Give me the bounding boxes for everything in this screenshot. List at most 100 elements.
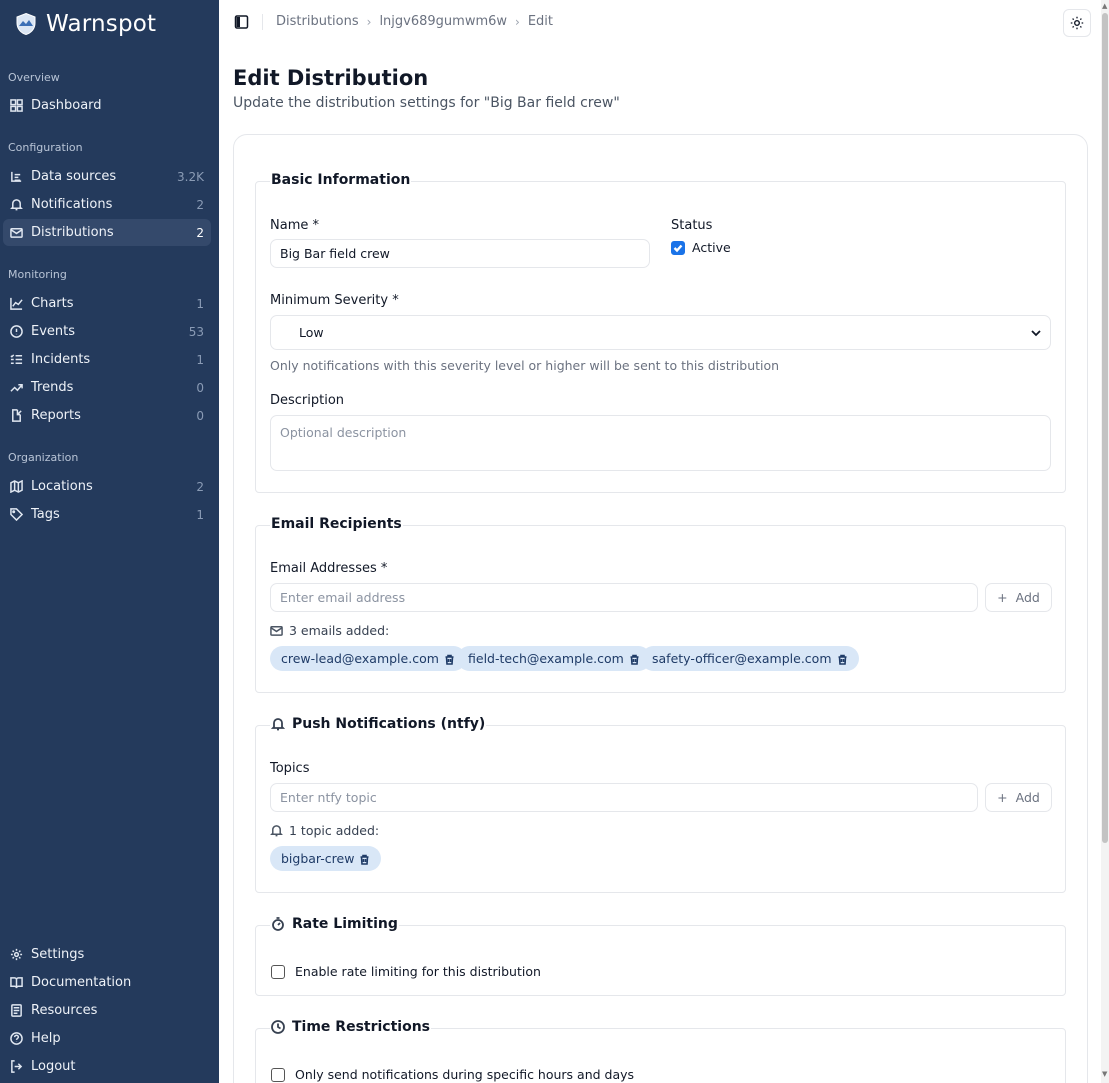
section-configuration: Configuration	[8, 141, 83, 154]
section-monitoring: Monitoring	[8, 268, 67, 281]
name-label: Name *	[270, 218, 319, 233]
description-textarea[interactable]	[270, 415, 1051, 471]
sidebar-item-count: 2	[196, 479, 204, 494]
help-icon	[9, 1032, 23, 1046]
chevron-right-icon: ›	[515, 14, 520, 29]
clock-icon	[271, 1020, 285, 1034]
rate-limiting-checkbox[interactable]	[271, 965, 285, 979]
sidebar-item-dashboard[interactable]: Dashboard	[3, 92, 211, 119]
breadcrumb-distributions[interactable]: Distributions	[276, 14, 359, 29]
name-input[interactable]	[270, 239, 650, 268]
sidebar-item-notifications[interactable]: Notifications 2	[3, 191, 211, 218]
sidebar-item-label: Notifications	[31, 197, 113, 212]
active-checkbox[interactable]	[671, 241, 685, 255]
topics-added-info: 1 topic added:	[270, 823, 379, 838]
scroll-up-icon[interactable]: ▲	[1102, 2, 1107, 10]
status-label: Status	[671, 218, 713, 233]
trash-icon[interactable]	[629, 653, 640, 665]
add-topic-button[interactable]: + Add	[985, 783, 1052, 812]
brand[interactable]: Warnspot	[14, 11, 156, 37]
sidebar-item-settings[interactable]: Settings	[3, 941, 211, 968]
section-organization: Organization	[8, 451, 79, 464]
bell-icon	[270, 825, 283, 837]
sidebar-item-label: Tags	[31, 507, 60, 522]
section-title-text: Email Recipients	[271, 516, 402, 532]
time-restrictions-label: Only send notifications during specific …	[295, 1067, 635, 1082]
sidebar-item-label: Reports	[31, 408, 81, 423]
sidebar-item-label: Incidents	[31, 352, 91, 367]
sidebar-item-reports[interactable]: Reports 0	[3, 402, 211, 429]
topic-input[interactable]	[270, 783, 978, 812]
shield-icon	[9, 325, 23, 339]
scroll-down-icon[interactable]: ▼	[1102, 1070, 1107, 1078]
trash-icon[interactable]	[444, 653, 455, 665]
section-title-text: Push Notifications (ntfy)	[292, 716, 486, 732]
sidebar-item-help[interactable]: Help	[3, 1025, 211, 1052]
trending-up-icon	[9, 381, 23, 395]
sidebar-item-trends[interactable]: Trends 0	[3, 374, 211, 401]
list-icon	[9, 170, 23, 184]
sidebar-item-tags[interactable]: Tags 1	[3, 501, 211, 528]
trash-icon[interactable]	[837, 653, 848, 665]
severity-help: Only notifications with this severity le…	[270, 358, 780, 373]
severity-label: Minimum Severity *	[270, 293, 399, 308]
section-title: Basic Information	[270, 172, 412, 188]
time-restrictions-checkbox[interactable]	[271, 1068, 285, 1082]
sidebar-item-charts[interactable]: Charts 1	[3, 290, 211, 317]
sidebar-item-count: 0	[196, 380, 204, 395]
sidebar-item-label: Dashboard	[31, 98, 102, 113]
email-chip: crew-lead@example.com	[270, 646, 466, 671]
tag-icon	[9, 508, 23, 522]
newspaper-icon	[9, 1004, 23, 1018]
mail-icon	[9, 226, 23, 240]
severity-select[interactable]: Low	[270, 315, 1051, 350]
sidebar-item-count: 1	[196, 296, 204, 311]
add-email-button[interactable]: + Add	[985, 583, 1052, 612]
page-scrollbar[interactable]: ▲ ▼	[1101, 0, 1109, 1083]
trash-icon[interactable]	[359, 853, 370, 865]
theme-toggle-button[interactable]	[1063, 9, 1091, 37]
sidebar-item-count: 1	[196, 352, 204, 367]
sidebar-item-count: 3.2K	[177, 169, 204, 184]
breadcrumb-distribution-id[interactable]: lnjgv689gumwm6w	[379, 14, 507, 29]
rate-limiting-label: Enable rate limiting for this distributi…	[295, 964, 541, 979]
sidebar-item-count: 53	[188, 324, 204, 339]
sidebar-item-events[interactable]: Events 53	[3, 318, 211, 345]
chevron-down-icon	[1031, 330, 1041, 337]
header-divider	[262, 14, 263, 30]
sun-icon	[1070, 16, 1084, 30]
sidebar-item-resources[interactable]: Resources	[3, 997, 211, 1024]
add-topic-label: Add	[1015, 790, 1040, 805]
sidebar-item-label: Resources	[31, 1003, 98, 1018]
sidebar-toggle-icon[interactable]	[234, 14, 250, 30]
topics-added-text: 1 topic added:	[289, 823, 380, 838]
list-checks-icon	[9, 353, 23, 367]
sidebar-item-data-sources[interactable]: Data sources 3.2K	[3, 163, 211, 190]
mail-icon	[270, 626, 283, 636]
page-subtitle: Update the distribution settings for "Bi…	[233, 95, 620, 111]
sidebar-item-label: Trends	[31, 380, 74, 395]
sidebar-item-documentation[interactable]: Documentation	[3, 969, 211, 996]
topic-chip: bigbar-crew	[270, 846, 382, 871]
emails-added-text: 3 emails added:	[289, 623, 390, 638]
plus-icon: +	[997, 590, 1008, 605]
email-chip: safety-officer@example.com	[641, 646, 859, 671]
sidebar-item-count: 0	[196, 408, 204, 423]
section-title: Email Recipients	[270, 516, 403, 532]
section-title-text: Rate Limiting	[292, 916, 398, 932]
section-title: Time Restrictions	[270, 1019, 432, 1035]
sidebar-item-label: Distributions	[31, 225, 114, 240]
scrollbar-thumb[interactable]	[1102, 13, 1108, 843]
section-title: Rate Limiting	[270, 916, 399, 932]
sidebar-item-incidents[interactable]: Incidents 1	[3, 346, 211, 373]
section-title-text: Basic Information	[271, 172, 411, 188]
sidebar-item-label: Locations	[31, 479, 93, 494]
sidebar-item-locations[interactable]: Locations 2	[3, 473, 211, 500]
sidebar-item-label: Settings	[31, 947, 85, 962]
topics-label: Topics	[270, 761, 310, 776]
sidebar-item-distributions[interactable]: Distributions 2	[3, 219, 211, 246]
email-chip: field-tech@example.com	[457, 646, 651, 671]
sidebar-item-logout[interactable]: Logout	[3, 1053, 211, 1080]
email-input[interactable]	[270, 583, 978, 612]
email-addresses-label: Email Addresses *	[270, 561, 388, 576]
